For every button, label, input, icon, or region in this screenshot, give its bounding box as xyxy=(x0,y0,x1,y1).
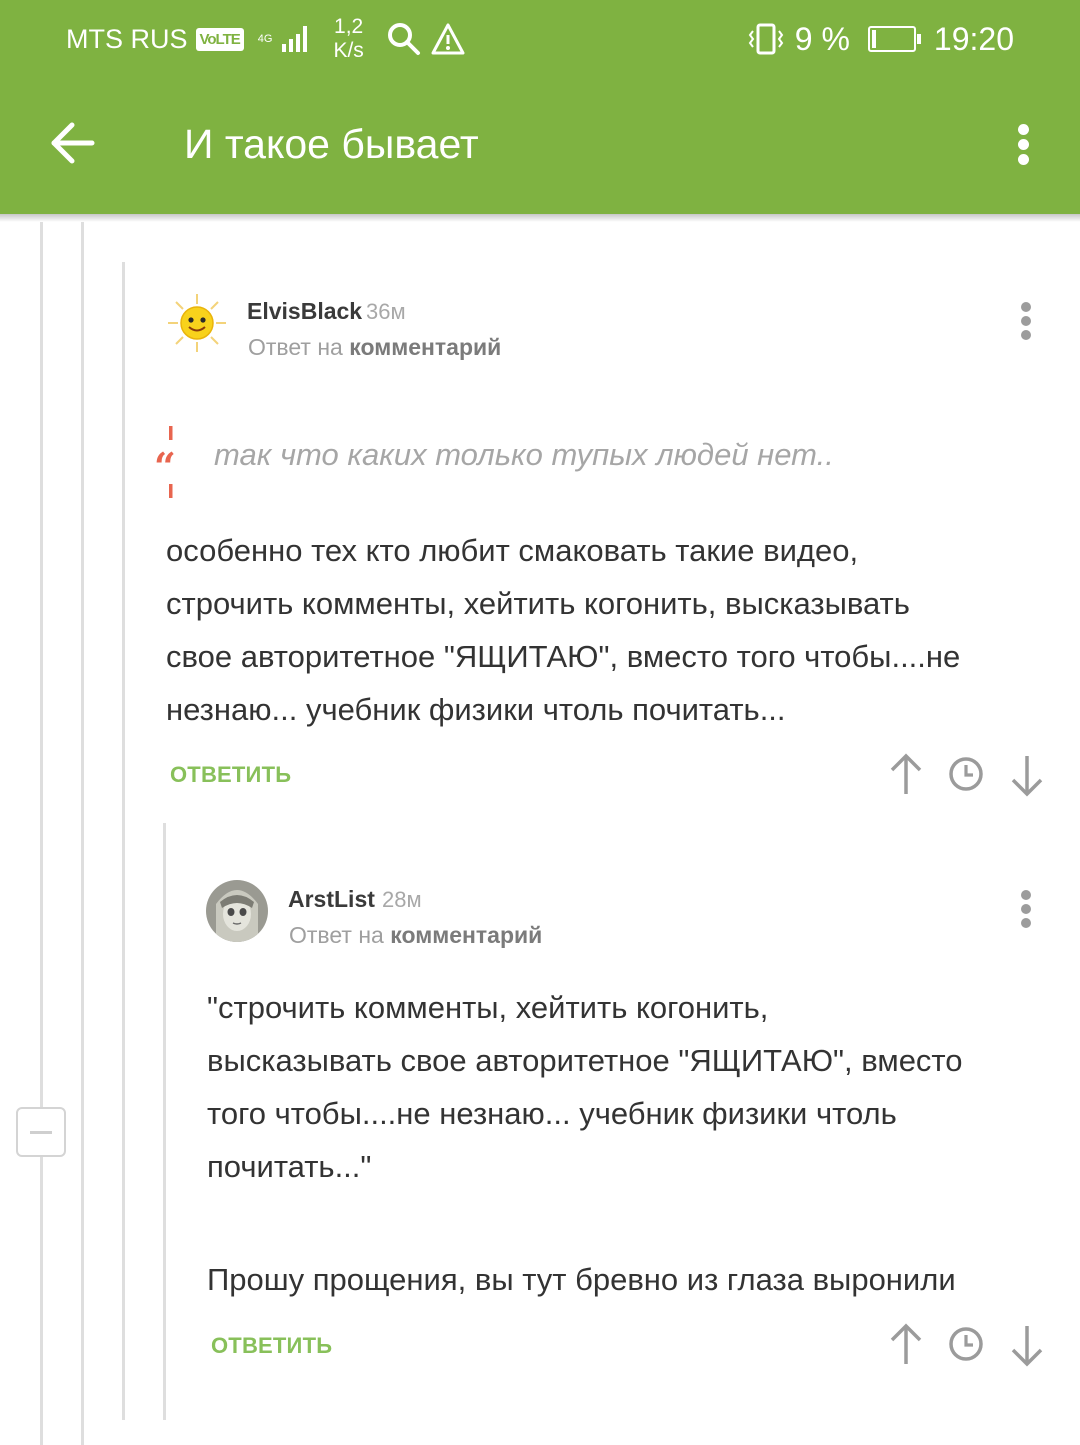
thread-line xyxy=(163,823,166,1420)
quoted-text: так что каких только тупых людей нет.. xyxy=(214,437,834,472)
avatar[interactable] xyxy=(166,292,228,354)
warning-icon xyxy=(431,23,465,55)
avatar[interactable] xyxy=(206,880,268,942)
comment-author[interactable]: ArstList xyxy=(288,886,375,913)
comment-body-last-line: Прошу прощения, вы тут бревно из глаза в… xyxy=(207,1262,956,1297)
reply-to: Ответ на комментарий xyxy=(248,334,502,360)
app-bar: MTS RUS VoLTE 4G 1,2K/s 9 % 19:20 И так xyxy=(0,0,1080,214)
drawn-face-avatar-icon xyxy=(206,880,268,942)
clock: 19:20 xyxy=(933,20,1014,57)
comment-time: 28м xyxy=(382,887,422,912)
reply-to-link[interactable]: комментарий xyxy=(390,922,542,948)
back-arrow-icon[interactable] xyxy=(50,120,96,166)
carrier-name: MTS RUS xyxy=(66,23,188,54)
thread-line xyxy=(40,222,43,1445)
status-bar-left: MTS RUS VoLTE 4G 1,2 K/s xyxy=(66,14,466,64)
comment-time: 36м xyxy=(366,299,406,324)
reply-button[interactable]: ОТВЕТИТЬ xyxy=(211,1333,332,1359)
comment-menu-icon[interactable] xyxy=(1015,300,1039,344)
battery-icon xyxy=(867,26,921,52)
quote-mark-icon: “ xyxy=(154,426,176,498)
vote-down-arrow-icon[interactable] xyxy=(1007,752,1047,798)
reply-button[interactable]: ОТВЕТИТЬ xyxy=(170,762,291,788)
comment-body: "строчить комменты, хейтить когонить, вы… xyxy=(207,990,963,1184)
thread-line xyxy=(122,262,125,1420)
collapse-thread-button[interactable] xyxy=(16,1107,66,1157)
clock-icon[interactable] xyxy=(946,1322,986,1368)
network-speed: 1,2 K/s xyxy=(333,15,364,62)
comment-body: особенно тех кто любит смаковать такие в… xyxy=(166,533,961,727)
comment-author[interactable]: ElvisBlack xyxy=(247,298,362,325)
vibrate-icon xyxy=(748,23,784,55)
reply-to: Ответ на комментарий xyxy=(289,922,543,948)
volte-badge: VoLTE xyxy=(195,27,244,51)
clock-icon[interactable] xyxy=(946,752,986,798)
network-type: 4G xyxy=(257,33,273,45)
battery-percent: 9 % xyxy=(794,20,850,57)
sun-avatar-icon xyxy=(166,292,228,354)
reply-to-link[interactable]: комментарий xyxy=(349,334,501,360)
vote-up-arrow-icon[interactable] xyxy=(886,1322,926,1368)
page-title: И такое бывает xyxy=(184,121,479,167)
vote-down-arrow-icon[interactable] xyxy=(1007,1322,1047,1368)
comment-menu-icon[interactable] xyxy=(1015,888,1039,932)
thread-line xyxy=(81,222,84,1445)
more-vertical-icon[interactable] xyxy=(1004,120,1044,168)
vote-up-arrow-icon[interactable] xyxy=(886,752,926,798)
svg-text:“: “ xyxy=(154,444,176,489)
status-bar-right: 9 % 19:20 xyxy=(747,14,1014,64)
search-icon xyxy=(387,23,420,55)
app-bar-shadow xyxy=(0,214,1080,222)
signal-icon xyxy=(282,26,308,52)
